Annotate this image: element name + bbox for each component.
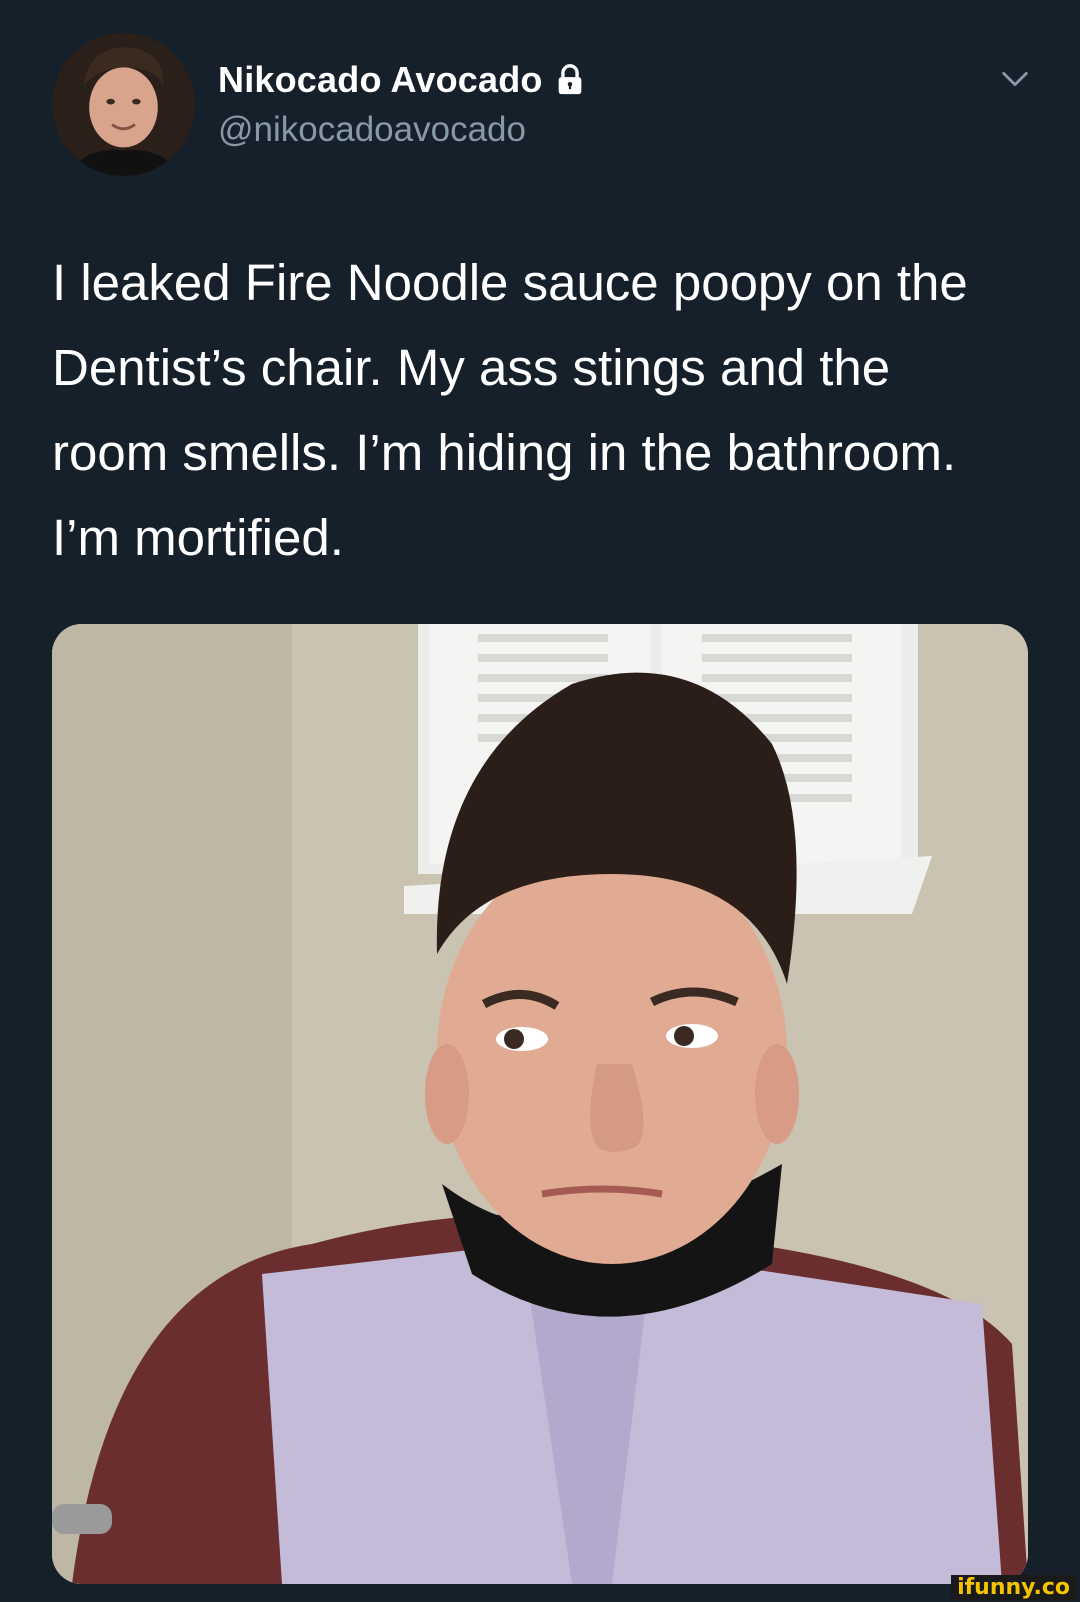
watermark-bar: ifunny.co bbox=[0, 1575, 1080, 1602]
tweet-text: I leaked Fire Noodle sauce poopy on the … bbox=[52, 254, 968, 566]
photo-illustration bbox=[52, 624, 1028, 1584]
lock-icon bbox=[553, 63, 587, 97]
display-name[interactable]: Nikocado Avocado bbox=[218, 59, 543, 101]
avatar[interactable] bbox=[52, 33, 195, 176]
display-name-row: Nikocado Avocado bbox=[218, 56, 587, 104]
ifunny-watermark: ifunny.co bbox=[951, 1575, 1076, 1601]
tweet-card: Nikocado Avocado @nikocadoavocado I leak… bbox=[0, 0, 1080, 1602]
user-handle[interactable]: @nikocadoavocado bbox=[218, 110, 526, 150]
avatar-image bbox=[52, 33, 195, 176]
chevron-down-icon[interactable] bbox=[998, 62, 1032, 96]
tweet-photo[interactable] bbox=[52, 624, 1028, 1584]
